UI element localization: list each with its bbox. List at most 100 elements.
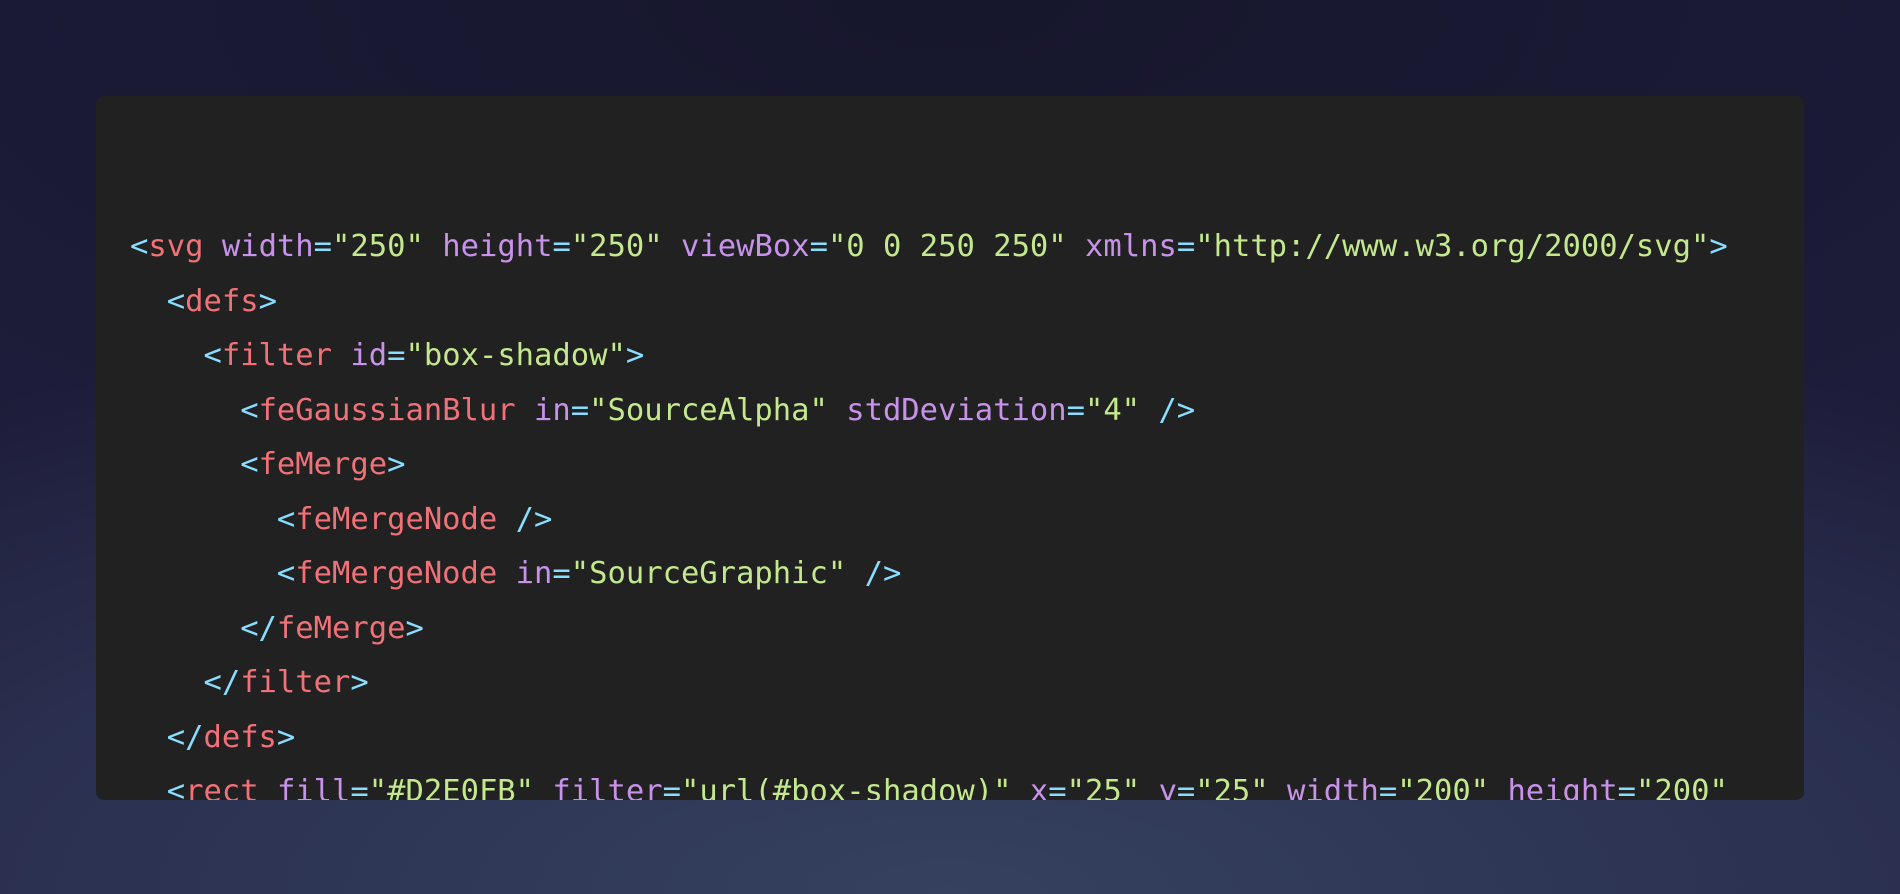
code-attribute-name: stdDeviation <box>846 392 1067 428</box>
code-equals: = <box>1066 392 1085 428</box>
code-equals: = <box>387 338 406 373</box>
code-attribute-name: width <box>221 229 314 264</box>
code-punctuation: > <box>276 719 296 755</box>
code-string: "250" <box>570 229 663 264</box>
code-punctuation: < <box>276 556 296 591</box>
code-punctuation: < <box>130 229 149 264</box>
code-attribute-name: height <box>1507 774 1618 800</box>
code-line: <defs> <box>130 275 1728 330</box>
code-line: <feMergeNode in="SourceGraphic" /> <box>130 547 1728 602</box>
code-string: "url(#box-shadow)" <box>680 774 1012 800</box>
code-punctuation: > <box>387 447 406 482</box>
code-line: </feMerge> <box>130 602 1728 657</box>
code-punctuation: </ <box>203 665 241 700</box>
code-line: <feMergeNode /> <box>130 493 1728 548</box>
code-punctuation: /> <box>1158 392 1196 428</box>
code-tag-name: feMergeNode <box>295 556 498 591</box>
code-punctuation: < <box>166 283 186 319</box>
code-attribute-name: in <box>515 556 553 591</box>
code-string: "200" <box>1636 774 1728 800</box>
code-string: "SourceGraphic" <box>570 556 847 591</box>
code-equals: = <box>1378 774 1398 800</box>
code-string: "200" <box>1397 774 1490 800</box>
code-line: </defs> <box>130 711 1728 766</box>
code-punctuation: < <box>240 392 259 428</box>
code-line: <rect fill="#D2E0FB" filter="url(#box-sh… <box>130 765 1728 800</box>
code-punctuation: < <box>276 501 296 537</box>
code-string: "http://www.w3.org/2000/svg" <box>1195 229 1710 264</box>
code-equals: = <box>313 229 333 264</box>
code-line: <svg width="250" height="250" viewBox="0… <box>130 220 1728 275</box>
code-attribute-name: viewBox <box>681 229 810 264</box>
code-string: "#D2E0FB" <box>368 774 535 800</box>
code-string: "box-shadow" <box>405 338 626 373</box>
code-punctuation: > <box>258 283 277 319</box>
code-panel: <svg width="250" height="250" viewBox="0… <box>96 96 1804 800</box>
code-equals: = <box>1176 774 1196 800</box>
code-equals: = <box>662 774 681 800</box>
code-line: <feGaussianBlur in="SourceAlpha" stdDevi… <box>130 384 1728 439</box>
code-equals: = <box>570 392 590 428</box>
code-punctuation: < <box>203 338 222 373</box>
code-punctuation: > <box>405 610 424 646</box>
code-punctuation: < <box>240 447 259 482</box>
code-attribute-name: xmlns <box>1085 229 1177 264</box>
code-attribute-name: filter <box>552 774 663 800</box>
code-line: <feMerge> <box>130 438 1728 493</box>
code-tag-name: filter <box>240 665 351 700</box>
code-punctuation: > <box>350 665 369 700</box>
code-attribute-name: in <box>534 392 571 428</box>
code-punctuation: > <box>625 338 645 373</box>
code-attribute-name: width <box>1287 774 1379 800</box>
code-punctuation: </ <box>240 610 277 646</box>
code-line: <filter id="box-shadow"> <box>130 329 1728 384</box>
code-string: "25" <box>1066 774 1141 800</box>
code-tag-name: rect <box>185 774 259 800</box>
code-block: <svg width="250" height="250" viewBox="0… <box>130 220 1728 800</box>
code-equals: = <box>809 229 828 264</box>
code-string: "250" <box>332 229 424 264</box>
code-tag-name: filter <box>221 338 333 373</box>
code-attribute-name: x <box>1029 774 1049 800</box>
code-line: </filter> <box>130 656 1728 711</box>
code-equals: = <box>1617 774 1636 800</box>
code-equals: = <box>1048 774 1067 800</box>
code-punctuation: /> <box>864 556 902 591</box>
code-punctuation: < <box>166 774 186 800</box>
code-string: "4" <box>1084 392 1141 428</box>
code-tag-name: feMerge <box>276 610 406 646</box>
code-tag-name: svg <box>148 229 204 264</box>
code-equals: = <box>1176 229 1196 264</box>
code-string: "SourceAlpha" <box>589 392 828 428</box>
code-tag-name: defs <box>185 283 259 319</box>
code-equals: = <box>350 774 369 800</box>
code-attribute-name: height <box>442 229 553 264</box>
code-attribute-name: id <box>350 338 388 373</box>
code-attribute-name: y <box>1158 774 1177 800</box>
